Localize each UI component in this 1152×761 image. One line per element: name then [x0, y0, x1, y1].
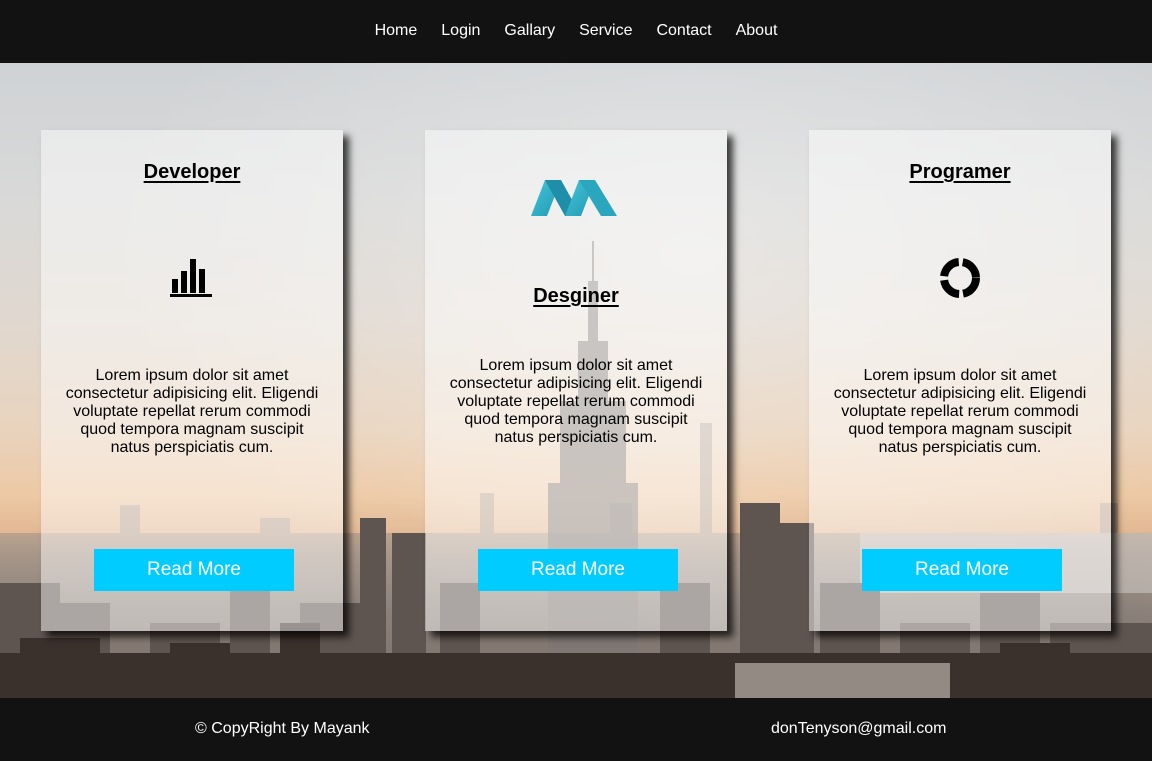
contact-email[interactable]: donTenyson@gmail.com — [771, 720, 946, 738]
nav-contact-link[interactable]: Contact — [656, 0, 711, 62]
nav-login-link[interactable]: Login — [441, 0, 480, 62]
nav-about-link[interactable]: About — [736, 0, 778, 62]
nav-menu: Home Login Gallary Service Contact About — [363, 0, 790, 63]
card-description: Lorem ipsum dolor sit amet consectetur a… — [65, 367, 319, 456]
designer-card: Desginer Lorem ipsum dolor sit amet cons… — [425, 130, 727, 631]
top-navbar: Home Login Gallary Service Contact About — [0, 0, 1152, 63]
copyright-text: © CopyRight By Mayank — [195, 720, 370, 737]
bar-chart-icon — [170, 259, 212, 297]
read-more-button[interactable]: Read More — [94, 549, 294, 591]
read-more-button[interactable]: Read More — [478, 549, 678, 591]
m-logo-icon — [531, 180, 617, 216]
programer-card: Programer Lorem ipsum dolor sit amet con… — [809, 130, 1111, 631]
card-description: Lorem ipsum dolor sit amet consectetur a… — [449, 357, 703, 446]
loading-ring-icon — [940, 258, 980, 298]
read-more-button[interactable]: Read More — [862, 549, 1062, 591]
developer-card: Developer Lorem ipsum dolor sit amet con… — [41, 130, 343, 631]
nav-home-link[interactable]: Home — [375, 0, 418, 62]
page-footer: © CopyRight By Mayank donTenyson@gmail.c… — [0, 698, 1152, 761]
card-title: Programer — [909, 161, 1011, 183]
nav-gallary-link[interactable]: Gallary — [504, 0, 555, 62]
card-description: Lorem ipsum dolor sit amet consectetur a… — [833, 367, 1087, 456]
nav-service-link[interactable]: Service — [579, 0, 632, 62]
card-title: Developer — [143, 161, 241, 183]
card-title: Desginer — [533, 285, 619, 307]
